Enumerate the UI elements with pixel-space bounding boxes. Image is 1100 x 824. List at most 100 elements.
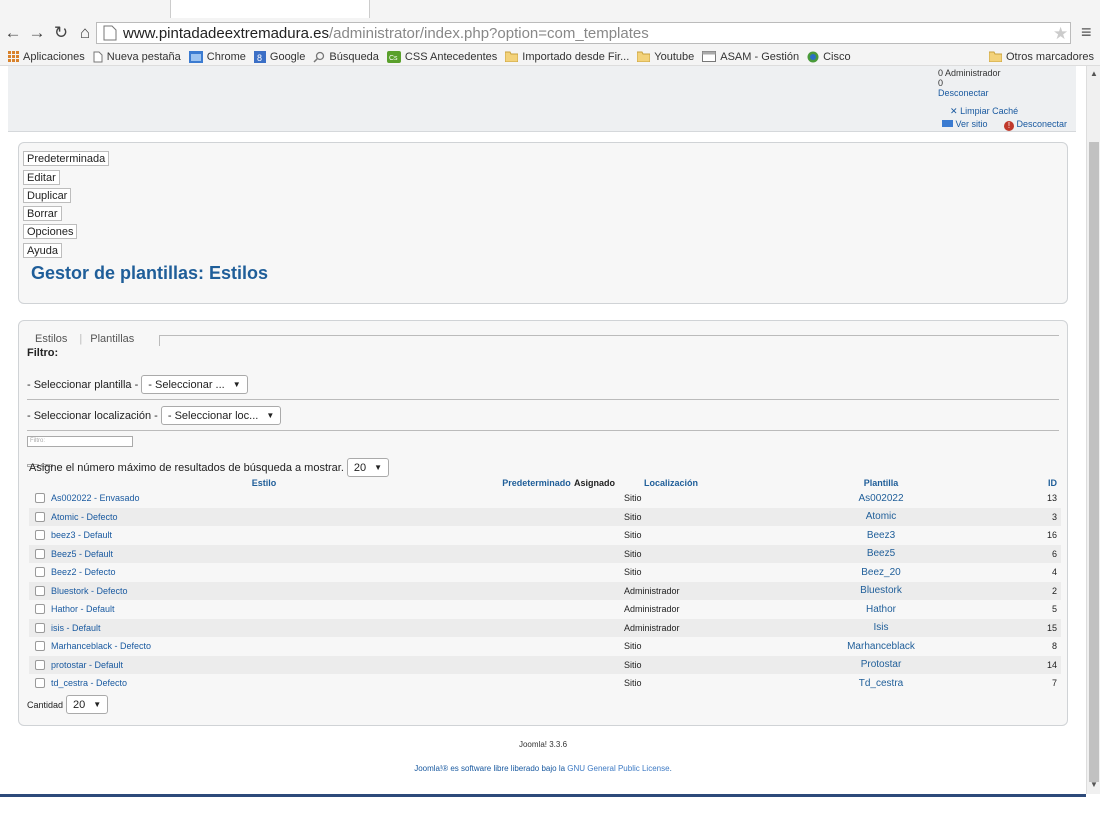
bookmark-imported[interactable]: Importado desde Fir...: [505, 51, 629, 63]
address-bar[interactable]: www.pintadadeextremadura.es/administrato…: [96, 22, 1071, 44]
clear-cache-link[interactable]: ✕ Limpiar Caché: [950, 106, 1018, 116]
template-link[interactable]: Isis: [874, 622, 889, 633]
bookmark-search[interactable]: Búsqueda: [313, 51, 379, 63]
column-style[interactable]: Estilo: [29, 477, 499, 489]
style-link[interactable]: Bluestork - Defecto: [51, 586, 128, 596]
license-link[interactable]: GNU General Public License: [567, 764, 669, 773]
template-link[interactable]: Hathor: [866, 604, 896, 615]
row-checkbox[interactable]: [35, 678, 45, 689]
row-checkbox[interactable]: [35, 530, 45, 541]
template-link[interactable]: Bluestork: [860, 585, 902, 596]
bookmark-google[interactable]: 8 Google: [253, 50, 305, 63]
template-cell: Beez3: [731, 526, 1031, 545]
scroll-up-icon[interactable]: ▲: [1090, 69, 1098, 78]
edit-button[interactable]: Editar: [23, 170, 60, 185]
column-default[interactable]: Predeterminado: [499, 477, 574, 489]
home-icon[interactable]: ⌂: [74, 22, 96, 44]
google-icon: 8: [253, 50, 266, 63]
row-checkbox[interactable]: [35, 641, 45, 652]
location-filter-label: - Seleccionar localización -: [27, 409, 158, 422]
style-link[interactable]: beez3 - Default: [51, 530, 112, 540]
forward-arrow-icon[interactable]: →: [26, 22, 48, 44]
bookmark-youtube[interactable]: Youtube: [637, 51, 694, 63]
style-link[interactable]: protostar - Default: [51, 660, 123, 670]
help-button[interactable]: Ayuda: [23, 243, 62, 258]
bookmark-label: Otros marcadores: [1005, 50, 1094, 63]
taskbar-strip: [0, 794, 1100, 824]
column-assigned: Asignado: [574, 478, 616, 488]
default-cell: [499, 563, 574, 582]
template-link[interactable]: Beez3: [867, 530, 895, 541]
assigned-cell: [574, 563, 624, 582]
column-id[interactable]: ID: [1031, 477, 1061, 489]
template-link[interactable]: Td_cestra: [859, 678, 903, 689]
back-arrow-icon[interactable]: ←: [2, 22, 24, 44]
template-link[interactable]: Marhanceblack: [847, 641, 915, 652]
row-checkbox[interactable]: [35, 622, 45, 633]
logout-link-text[interactable]: Desconectar: [938, 88, 989, 98]
row-checkbox[interactable]: [35, 604, 45, 615]
license-suffix: .: [669, 764, 672, 773]
tab-templates[interactable]: Plantillas: [90, 333, 134, 345]
style-cell: beez3 - Default: [29, 526, 499, 545]
bookmark-star-icon[interactable]: ★: [1053, 24, 1068, 44]
template-link[interactable]: Atomic: [866, 511, 897, 522]
column-template[interactable]: Plantilla: [731, 477, 1031, 489]
row-checkbox[interactable]: [35, 567, 45, 578]
search-input[interactable]: Filtro:: [27, 436, 133, 447]
style-link[interactable]: Beez5 - Default: [51, 549, 113, 559]
template-filter-select[interactable]: - Seleccionar ... ▼: [141, 375, 248, 394]
assigned-cell: [574, 637, 624, 656]
scroll-down-icon[interactable]: ▼: [1090, 780, 1098, 789]
logout-link[interactable]: ! Desconectar: [1004, 119, 1067, 131]
table-row: beez3 - Default Sitio Beez3 16: [29, 526, 1061, 545]
row-checkbox[interactable]: [35, 585, 45, 596]
version-text: Joomla! 3.3.6: [518, 740, 568, 749]
default-cell: [499, 655, 574, 674]
styles-panel: Estilos | Plantillas Filtro: - Seleccion…: [18, 320, 1068, 726]
template-link[interactable]: Beez_20: [861, 567, 900, 578]
style-link[interactable]: Atomic - Defecto: [51, 512, 118, 522]
bookmark-asam[interactable]: ASAM - Gestión: [702, 51, 799, 63]
duplicate-button[interactable]: Duplicar: [23, 188, 72, 203]
options-button[interactable]: Opciones: [23, 224, 78, 239]
view-site-link[interactable]: Ver sitio: [942, 119, 988, 129]
row-checkbox[interactable]: [35, 493, 45, 504]
row-checkbox[interactable]: [35, 659, 45, 670]
scrollbar-thumb[interactable]: [1089, 142, 1099, 782]
location-filter-select[interactable]: - Seleccionar loc... ▼: [160, 406, 282, 425]
logout-link-top[interactable]: Desconectar: [938, 88, 1001, 98]
reload-icon[interactable]: ↻: [50, 22, 72, 44]
view-site-label: Ver sitio: [955, 119, 988, 129]
default-cell: [499, 637, 574, 656]
bookmark-other[interactable]: Otros marcadores: [988, 50, 1094, 63]
svg-text:Cs: Cs: [389, 55, 398, 62]
delete-button[interactable]: Borrar: [23, 206, 62, 221]
style-link[interactable]: Marhanceblack - Defecto: [51, 641, 151, 651]
style-link[interactable]: As002022 - Envasado: [51, 493, 140, 503]
style-link[interactable]: Hathor - Default: [51, 604, 115, 614]
template-link[interactable]: Beez5: [867, 548, 895, 559]
folder-icon: [505, 51, 519, 62]
menu-icon[interactable]: ≡: [1081, 22, 1092, 43]
tab-styles[interactable]: Estilos: [31, 333, 71, 345]
bookmark-css[interactable]: Cs CSS Antecedentes: [386, 50, 497, 63]
bookmark-apps[interactable]: Aplicaciones: [8, 51, 85, 63]
template-link[interactable]: As002022: [858, 493, 903, 504]
default-button[interactable]: Predeterminada: [23, 151, 110, 166]
row-checkbox[interactable]: [35, 548, 45, 559]
bookmark-cisco[interactable]: Cisco: [807, 51, 851, 63]
template-link[interactable]: Protostar: [861, 659, 902, 670]
style-link[interactable]: Beez2 - Defecto: [51, 567, 116, 577]
column-location[interactable]: Localización: [624, 477, 731, 489]
quantity-select[interactable]: 20 ▼: [66, 695, 109, 714]
browser-tab[interactable]: [170, 0, 370, 18]
bookmark-new-tab[interactable]: Nueva pestaña: [93, 51, 181, 63]
scrollbar[interactable]: ▲ ▼: [1086, 66, 1100, 794]
assigned-cell: [574, 489, 624, 508]
bookmark-chrome[interactable]: Chrome: [188, 50, 246, 63]
style-link[interactable]: td_cestra - Defecto: [51, 678, 127, 688]
row-checkbox[interactable]: [35, 511, 45, 522]
limit-select[interactable]: 20 ▼: [346, 458, 390, 477]
style-link[interactable]: isis - Default: [51, 623, 101, 633]
